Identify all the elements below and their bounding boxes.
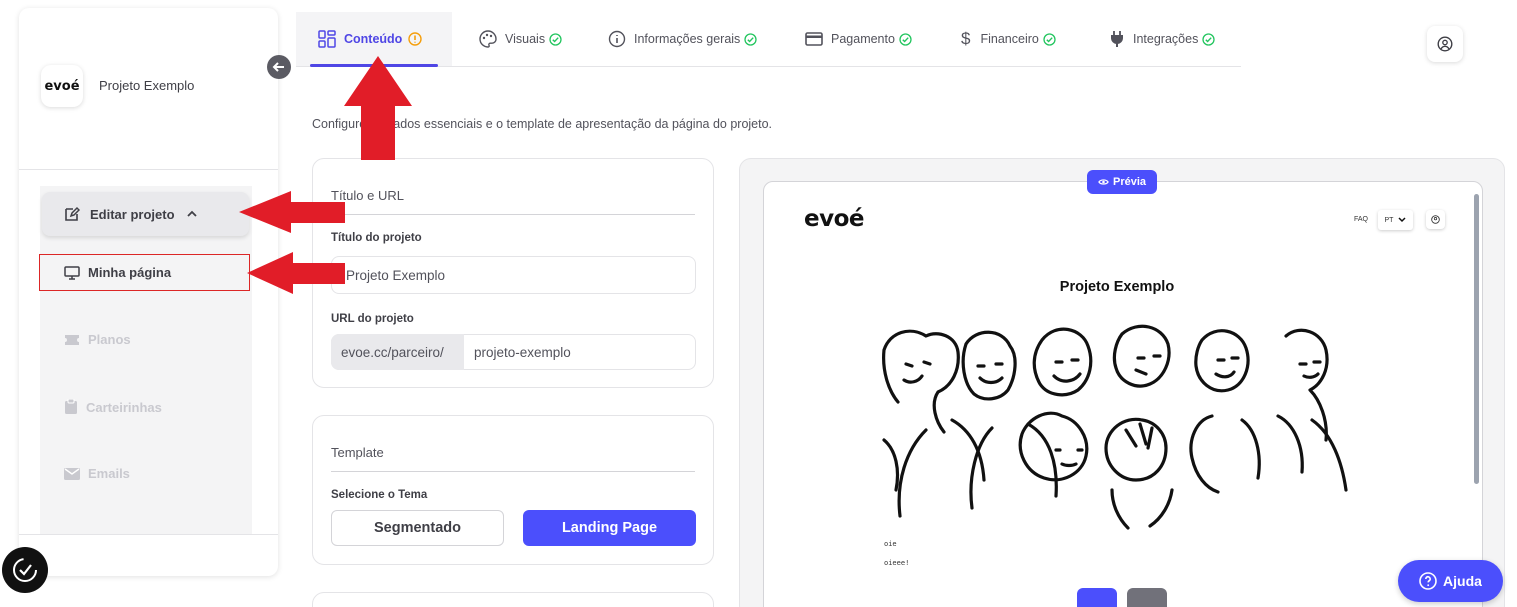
tab-label: Informações gerais [634,32,741,46]
sidebar-item-label: Carteirinhas [86,399,162,415]
template-card: Template Selecione o Tema Segmentado Lan… [312,415,714,565]
sidebar-divider [19,534,278,535]
tab-label: Conteúdo [344,32,403,46]
next-card [312,592,714,607]
tab-label: Financeiro [980,32,1039,46]
preview-user-icon [1426,210,1445,229]
edit-icon [65,206,80,221]
tab-pagamento[interactable]: Pagamento [805,12,920,66]
preview-frame[interactable]: evoé FAQ PT Projeto Exemplo oie oieee! [763,181,1483,607]
divider [331,214,695,215]
title-url-card: Título e URL Título do projeto Projeto E… [312,158,714,388]
tab-bar: Conteúdo Visuais Informações gerais Paga… [296,12,1241,67]
project-name: Projeto Exemplo [99,78,195,93]
preview-badge-label: Prévia [1112,176,1147,188]
tab-label: Visuais [505,32,546,46]
sidebar-item-label: Minha página [88,265,172,280]
theme-landing-page-button[interactable]: Landing Page [523,510,696,546]
project-logo: evoé [41,65,83,107]
tab-label: Integrações [1133,32,1199,46]
chevron-down-icon [1398,217,1406,223]
theme-field-label: Selecione o Tema [331,489,428,501]
preview-language-select: PT [1378,210,1413,230]
preview-desktop-button[interactable] [1077,588,1117,607]
dollar-icon: $ [961,29,971,48]
grid-icon [318,30,336,48]
chevron-up-icon [186,210,197,217]
sidebar-item-label: Planos [88,332,131,347]
annotation-arrow-left-edit [239,191,345,233]
user-circle-icon [1437,36,1453,52]
preview-logo: evoé [804,206,865,232]
preview-faq-link: FAQ [1354,216,1369,223]
sidebar-menu [40,186,252,534]
edit-project-button[interactable]: Editar projeto [42,192,249,236]
card-heading: Template [331,445,384,460]
user-menu-button[interactable] [1427,26,1463,62]
eye-icon [1098,179,1109,185]
preview-text-1: oie [884,540,897,548]
sidebar-item-label: Emails [88,466,130,481]
help-icon [1419,572,1437,590]
info-icon [608,30,626,48]
tab-label: Pagamento [831,32,895,46]
sidebar-item-emails[interactable]: Emails [64,466,130,481]
collapse-sidebar-button[interactable] [267,55,291,79]
url-field-label: URL do projeto [331,313,414,325]
warning-icon [408,32,423,46]
url-prefix: evoe.cc/parceiro/ [331,334,464,370]
check-circle-icon [1202,32,1215,46]
url-value: projeto-exemplo [474,344,571,360]
help-label: Ajuda [1443,573,1482,589]
preview-title: Projeto Exemplo [1059,279,1175,295]
sidebar-item-carteirinhas[interactable]: Carteirinhas [64,399,162,415]
plug-icon [1111,31,1123,47]
preview-language-value: PT [1384,216,1394,224]
badge-icon [65,399,77,414]
tab-integracoes[interactable]: Integrações [1109,12,1223,66]
arrow-left-icon [272,62,284,72]
accessibility-button[interactable] [2,547,48,593]
check-circle-icon [549,32,562,46]
theme-segmentado-button[interactable]: Segmentado [331,510,504,546]
project-title-input[interactable]: Projeto Exemplo [331,256,696,294]
sidebar-item-planos[interactable]: Planos [64,332,131,347]
check-circle-icon [899,32,912,46]
credit-card-icon [805,32,823,46]
tab-financeiro[interactable]: $ Financeiro [961,12,1064,66]
ticket-icon [65,334,79,345]
accessibility-icon [13,558,37,582]
monitor-icon [64,265,80,280]
people-illustration [882,324,1348,530]
preview-mobile-button[interactable] [1127,588,1167,607]
palette-icon [479,30,497,48]
help-button[interactable]: Ajuda [1398,560,1503,602]
tab-informacoes-gerais[interactable]: Informações gerais [608,12,765,66]
preview-text-2: oieee! [884,559,910,567]
sidebar-item-minha-pagina[interactable]: Minha página [64,265,171,280]
preview-badge: Prévia [1087,170,1157,194]
divider [331,471,695,472]
tab-visuais[interactable]: Visuais [479,12,570,66]
mail-icon [64,467,80,480]
check-circle-icon [744,32,757,46]
annotation-arrow-left-minha [247,252,345,294]
sidebar-header: evoé Projeto Exemplo [19,8,278,170]
annotation-arrow-up [344,56,412,160]
preview-scrollbar[interactable] [1474,194,1479,484]
edit-project-label: Editar projeto [90,206,175,222]
check-circle-icon [1043,32,1056,46]
